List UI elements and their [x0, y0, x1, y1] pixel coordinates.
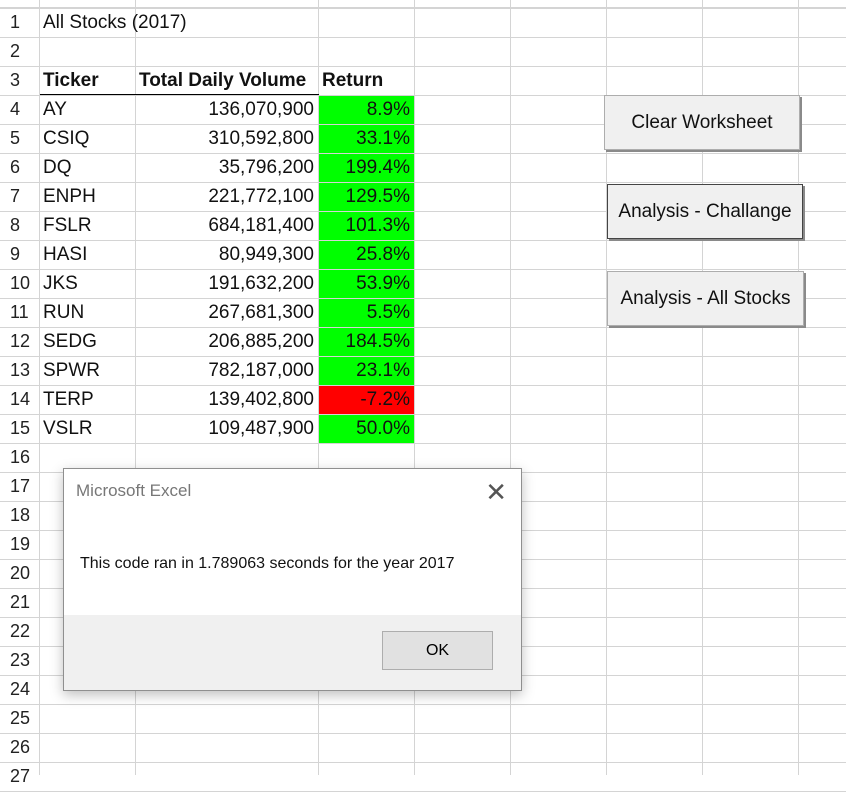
- ok-button[interactable]: OK: [382, 631, 493, 670]
- dialog-title: Microsoft Excel: [76, 481, 192, 500]
- ticker-cell[interactable]: ENPH: [43, 182, 96, 211]
- column-header-strip: [0, 0, 846, 8]
- ticker-cell[interactable]: FSLR: [43, 211, 92, 240]
- row-number[interactable]: 3: [0, 66, 39, 95]
- row-gridline: [0, 182, 846, 183]
- volume-cell[interactable]: 267,681,300: [136, 298, 318, 327]
- clear-worksheet-button[interactable]: Clear Worksheet: [604, 95, 800, 150]
- volume-cell[interactable]: 139,402,800: [136, 385, 318, 414]
- analysis-all-stocks-button[interactable]: Analysis - All Stocks: [607, 271, 804, 326]
- close-icon[interactable]: ✕: [485, 477, 507, 508]
- row-number[interactable]: 11: [0, 298, 39, 327]
- return-cell[interactable]: 53.9%: [319, 269, 414, 298]
- volume-cell[interactable]: 109,487,900: [136, 414, 318, 443]
- row-number[interactable]: 19: [0, 530, 39, 559]
- row-gridline: [0, 269, 846, 270]
- header-ticker[interactable]: Ticker: [43, 66, 99, 95]
- row-gridline: [0, 414, 846, 415]
- row-number[interactable]: 8: [0, 211, 39, 240]
- row-number[interactable]: 15: [0, 414, 39, 443]
- row-gridline: [0, 37, 846, 38]
- volume-cell[interactable]: 35,796,200: [136, 153, 318, 182]
- row-number[interactable]: 14: [0, 385, 39, 414]
- volume-cell[interactable]: 221,772,100: [136, 182, 318, 211]
- row-gridline: [0, 385, 846, 386]
- row-number[interactable]: 2: [0, 37, 39, 66]
- volume-cell[interactable]: 191,632,200: [136, 269, 318, 298]
- row-number[interactable]: 21: [0, 588, 39, 617]
- return-cell[interactable]: -7.2%: [319, 385, 414, 414]
- sheet-title-cell[interactable]: All Stocks (2017): [43, 8, 187, 37]
- row-number[interactable]: 23: [0, 646, 39, 675]
- dialog-message: This code ran in 1.789063 seconds for th…: [80, 555, 455, 572]
- return-cell[interactable]: 101.3%: [319, 211, 414, 240]
- row-number[interactable]: 18: [0, 501, 39, 530]
- row-number[interactable]: 22: [0, 617, 39, 646]
- row-number[interactable]: 5: [0, 124, 39, 153]
- row-number[interactable]: 17: [0, 472, 39, 501]
- volume-cell[interactable]: 684,181,400: [136, 211, 318, 240]
- ticker-cell[interactable]: SPWR: [43, 356, 100, 385]
- row-number[interactable]: 10: [0, 269, 39, 298]
- ticker-cell[interactable]: AY: [43, 95, 67, 124]
- row-gridline: [0, 327, 846, 328]
- row-number[interactable]: 7: [0, 182, 39, 211]
- row-number[interactable]: 1: [0, 8, 39, 37]
- row-number[interactable]: 27: [0, 762, 39, 791]
- volume-cell[interactable]: 80,949,300: [136, 240, 318, 269]
- row-number[interactable]: 16: [0, 443, 39, 472]
- return-cell[interactable]: 8.9%: [319, 95, 414, 124]
- ticker-cell[interactable]: SEDG: [43, 327, 97, 356]
- row-number[interactable]: 20: [0, 559, 39, 588]
- volume-cell[interactable]: 136,070,900: [136, 95, 318, 124]
- return-cell[interactable]: 129.5%: [319, 182, 414, 211]
- header-volume[interactable]: Total Daily Volume: [139, 66, 306, 95]
- column-gridline: [39, 0, 40, 775]
- header-return[interactable]: Return: [322, 66, 383, 95]
- ticker-cell[interactable]: JKS: [43, 269, 78, 298]
- volume-cell[interactable]: 206,885,200: [136, 327, 318, 356]
- return-cell[interactable]: 5.5%: [319, 298, 414, 327]
- row-number[interactable]: 6: [0, 153, 39, 182]
- row-number[interactable]: 9: [0, 240, 39, 269]
- row-number[interactable]: 25: [0, 704, 39, 733]
- row-gridline: [0, 704, 846, 705]
- return-cell[interactable]: 50.0%: [319, 414, 414, 443]
- return-cell[interactable]: 23.1%: [319, 356, 414, 385]
- row-gridline: [0, 240, 846, 241]
- ticker-cell[interactable]: VSLR: [43, 414, 93, 443]
- row-gridline: [0, 733, 846, 734]
- row-gridline: [0, 443, 846, 444]
- row-number[interactable]: 4: [0, 95, 39, 124]
- volume-cell[interactable]: 310,592,800: [136, 124, 318, 153]
- analysis-challenge-button[interactable]: Analysis - Challange: [607, 184, 803, 239]
- return-cell[interactable]: 184.5%: [319, 327, 414, 356]
- return-cell[interactable]: 199.4%: [319, 153, 414, 182]
- volume-cell[interactable]: 782,187,000: [136, 356, 318, 385]
- row-number[interactable]: 12: [0, 327, 39, 356]
- row-number[interactable]: 13: [0, 356, 39, 385]
- ticker-cell[interactable]: RUN: [43, 298, 84, 327]
- row-gridline: [0, 762, 846, 763]
- ticker-cell[interactable]: DQ: [43, 153, 72, 182]
- return-cell[interactable]: 25.8%: [319, 240, 414, 269]
- row-gridline: [0, 153, 846, 154]
- ticker-cell[interactable]: TERP: [43, 385, 94, 414]
- row-gridline: [0, 356, 846, 357]
- row-number[interactable]: 26: [0, 733, 39, 762]
- return-cell[interactable]: 33.1%: [319, 124, 414, 153]
- row-gridline: [0, 66, 846, 67]
- ticker-cell[interactable]: CSIQ: [43, 124, 89, 153]
- row-number[interactable]: 24: [0, 675, 39, 704]
- message-dialog: Microsoft Excel ✕ This code ran in 1.789…: [63, 468, 522, 691]
- ticker-cell[interactable]: HASI: [43, 240, 87, 269]
